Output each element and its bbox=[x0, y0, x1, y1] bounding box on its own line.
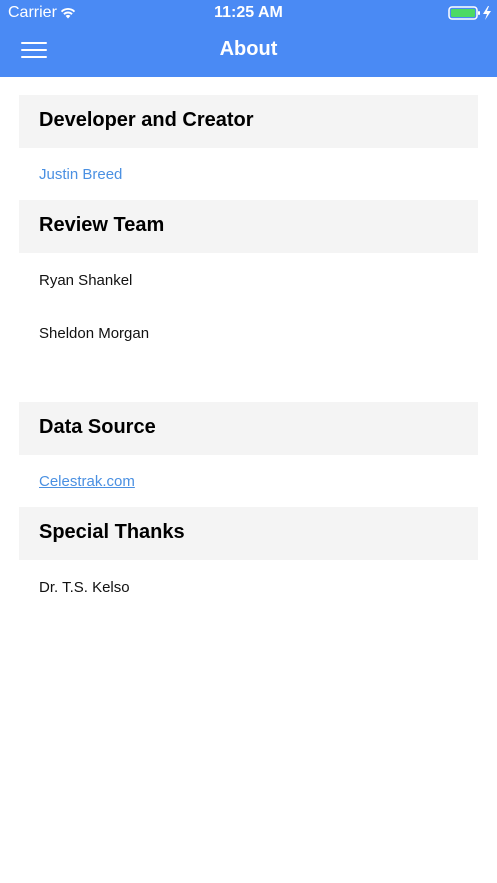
navigation-bar: Carrier 11:25 AM About bbox=[0, 0, 497, 77]
page-title: About bbox=[219, 38, 278, 60]
clock: 11:25 AM bbox=[214, 4, 283, 21]
section-header-review-team: Review Team bbox=[19, 200, 478, 253]
data-source-link[interactable]: Celestrak.com bbox=[39, 473, 135, 490]
list-item: Sheldon Morgan bbox=[39, 325, 150, 342]
section-title: Review Team bbox=[39, 214, 165, 236]
developer-link[interactable]: Justin Breed bbox=[39, 166, 122, 183]
section-title: Data Source bbox=[39, 416, 156, 438]
section-header-developer: Developer and Creator bbox=[19, 95, 478, 148]
list-item: Dr. T.S. Kelso bbox=[39, 579, 130, 596]
about-screen: Carrier 11:25 AM About Developer and Cre… bbox=[0, 0, 497, 883]
list-item: Ryan Shankel bbox=[39, 272, 133, 289]
status-bar: Carrier 11:25 AM bbox=[0, 0, 497, 26]
section-title: Developer and Creator bbox=[39, 109, 254, 131]
section-header-data-source: Data Source bbox=[19, 402, 478, 455]
battery-icon bbox=[448, 6, 491, 20]
section-header-special-thanks: Special Thanks bbox=[19, 507, 478, 560]
section-title: Special Thanks bbox=[39, 521, 185, 543]
